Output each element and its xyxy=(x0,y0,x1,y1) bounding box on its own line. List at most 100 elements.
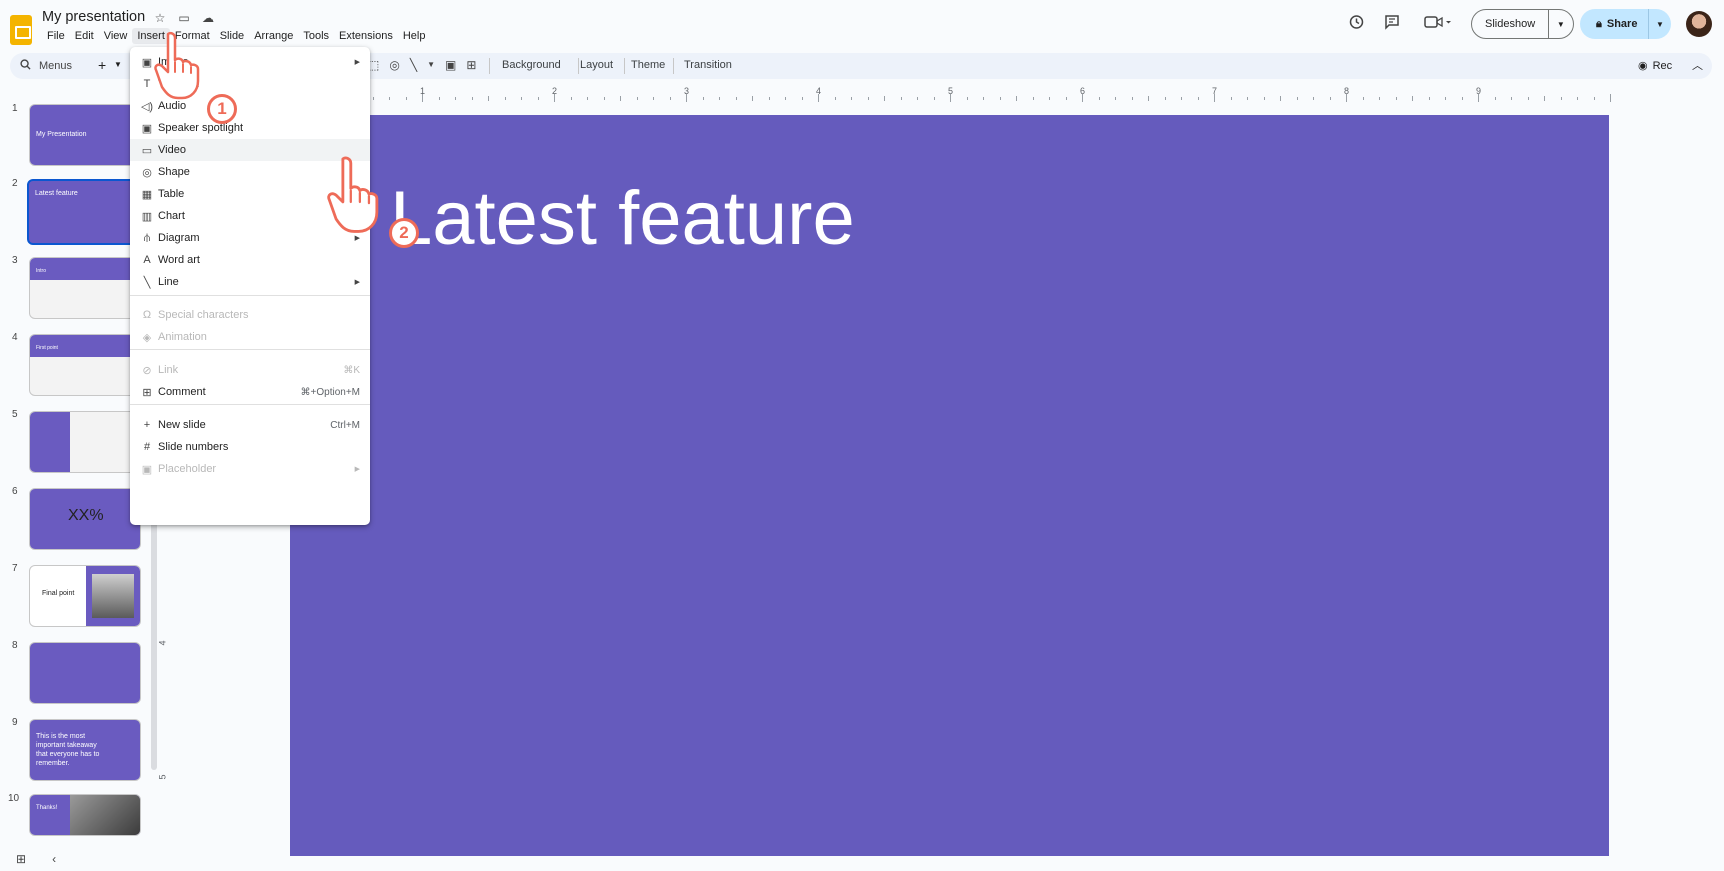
grid-view-icon[interactable]: ⊞ xyxy=(16,852,26,866)
layout-button[interactable]: Layout xyxy=(580,59,613,71)
ruler-tick xyxy=(702,97,704,100)
line-icon[interactable]: ╲ xyxy=(410,58,417,72)
add-comment-icon[interactable]: ⊞ xyxy=(466,58,476,72)
image-icon[interactable]: ▣ xyxy=(445,58,456,72)
transition-button[interactable]: Transition xyxy=(684,59,732,71)
chevron-down-icon[interactable]: ▼ xyxy=(427,58,435,72)
cloud-status-icon[interactable]: ☁ xyxy=(201,11,215,25)
ruler-tick xyxy=(471,97,473,100)
search-menus[interactable]: Menus xyxy=(20,59,72,73)
menu-item-label: Word art xyxy=(158,254,200,266)
ruler-tick xyxy=(1544,96,1545,101)
slide-thumbnail-3[interactable]: Intro xyxy=(29,257,141,319)
move-folder-icon[interactable]: ▭ xyxy=(177,11,191,25)
menu-item-word-art[interactable]: A Word art xyxy=(130,249,370,271)
slide-thumbnail-9[interactable]: This is the most important takeaway that… xyxy=(29,719,141,781)
slideshow-label[interactable]: Slideshow xyxy=(1472,18,1548,30)
menus-label: Menus xyxy=(39,60,73,72)
insert-menu-dropdown: ▣Image▶TText box◁)Audio▣Speaker spotligh… xyxy=(130,47,370,525)
slide-number: 7 xyxy=(12,563,18,574)
slide-thumbnail-2[interactable]: Latest feature xyxy=(27,179,143,245)
ruler-tick xyxy=(884,96,885,101)
chevron-left-icon[interactable]: ‹ xyxy=(52,852,56,866)
rec-button[interactable]: ◉ Rec xyxy=(1638,59,1673,73)
image-icon: ▣ xyxy=(141,56,153,69)
slide-thumbnail-10[interactable]: Thanks! xyxy=(29,794,141,836)
avatar[interactable] xyxy=(1686,11,1712,37)
ruler-tick xyxy=(1032,97,1034,100)
comments-icon[interactable] xyxy=(1384,14,1400,34)
menu-edit[interactable]: Edit xyxy=(70,28,99,44)
version-history-icon[interactable] xyxy=(1348,14,1364,34)
filmstrip-controls: ⊞ ‹ xyxy=(16,852,56,866)
menu-item-new-slide[interactable]: + New slide Ctrl+M xyxy=(130,414,370,436)
rec-label: Rec xyxy=(1652,59,1673,72)
menu-item-label: Line xyxy=(158,276,179,288)
menu-item-line[interactable]: ╲ Line ▶ xyxy=(130,271,370,293)
thumbnail-photo xyxy=(70,795,140,835)
shape-icon[interactable]: ◎ xyxy=(389,58,399,72)
step-badge-2: 2 xyxy=(389,218,419,248)
horizontal-ruler: 1 2 3 4 5 6 7 8 9 xyxy=(290,84,1611,102)
slide-thumbnail-1[interactable]: My Presentation xyxy=(29,104,141,166)
ruler-number: 7 xyxy=(1212,86,1218,96)
menu-view[interactable]: View xyxy=(99,28,133,44)
slide-thumbnail-5[interactable] xyxy=(29,411,141,473)
ruler-tick xyxy=(851,97,852,100)
meet-camera-icon[interactable] xyxy=(1424,14,1452,34)
document-title[interactable]: My presentation xyxy=(42,9,145,25)
toolbar-divider xyxy=(673,58,674,74)
ruler-tick xyxy=(834,97,836,100)
slide-thumbnail-6[interactable]: XX% xyxy=(29,488,141,550)
slide-title[interactable]: Latest feature xyxy=(390,175,855,262)
thumbnail-image-block xyxy=(86,566,140,626)
speaker-spotlight-icon: ▣ xyxy=(141,122,153,135)
slides-logo-icon[interactable] xyxy=(10,15,32,45)
slide-canvas[interactable]: Latest feature xyxy=(290,115,1609,856)
ruler-tick xyxy=(1263,97,1265,100)
theme-button[interactable]: Theme xyxy=(631,59,665,71)
thumbnail-text: First point xyxy=(36,345,58,351)
chevron-down-icon[interactable]: ▼ xyxy=(1648,9,1671,39)
ruler-tick xyxy=(1131,97,1133,100)
menu-file[interactable]: File xyxy=(42,28,70,44)
ruler-tick xyxy=(1461,97,1463,100)
menu-separator xyxy=(130,295,370,296)
star-icon[interactable]: ☆ xyxy=(153,11,167,25)
menu-item-label: Animation xyxy=(158,331,207,343)
diagram-icon: ⫛ xyxy=(143,231,151,244)
menu-item-label: Slide numbers xyxy=(158,441,229,453)
share-button[interactable]: 🔒︎ Share ▼ xyxy=(1580,9,1671,39)
background-button[interactable]: Background xyxy=(502,59,561,71)
menu-separator xyxy=(130,349,370,350)
collapse-toolbar-icon[interactable]: ︿ xyxy=(1692,57,1703,73)
menu-item-slide-numbers[interactable]: # Slide numbers xyxy=(130,436,370,458)
menu-slide[interactable]: Slide xyxy=(215,28,249,44)
toolbar-divider xyxy=(489,58,490,74)
video-icon: ▭ xyxy=(141,144,153,157)
ruler-tick xyxy=(372,97,374,100)
slide-number: 9 xyxy=(12,717,18,728)
menu-item-speaker-spotlight[interactable]: ▣ Speaker spotlight xyxy=(130,117,370,139)
menu-item-label: Link xyxy=(158,364,179,376)
menu-arrange[interactable]: Arrange xyxy=(249,28,298,44)
slideshow-button[interactable]: Slideshow ▼ xyxy=(1471,9,1574,39)
new-slide-icon[interactable]: + xyxy=(98,57,106,73)
slide-number: 5 xyxy=(12,409,18,420)
submenu-arrow-icon: ▶ xyxy=(354,279,360,286)
slide-number: 8 xyxy=(12,640,18,651)
vruler-number: 5 xyxy=(157,774,168,780)
slide-thumbnail-4[interactable]: First point xyxy=(29,334,141,396)
menu-item-label: Comment xyxy=(158,386,206,398)
ruler-tick xyxy=(438,97,440,100)
menu-tools[interactable]: Tools xyxy=(298,28,334,44)
slide-thumbnail-8[interactable] xyxy=(29,642,141,704)
menu-item-label: Diagram xyxy=(158,232,200,244)
submenu-arrow-icon: ▶ xyxy=(354,59,360,66)
chevron-down-icon[interactable]: ▼ xyxy=(114,60,122,69)
menu-help[interactable]: Help xyxy=(398,28,431,44)
menu-extensions[interactable]: Extensions xyxy=(334,28,398,44)
chevron-down-icon[interactable]: ▼ xyxy=(1547,10,1573,38)
menu-item-comment[interactable]: ⊞ Comment ⌘+Option+M xyxy=(130,381,370,403)
slide-thumbnail-7[interactable]: Final point xyxy=(29,565,141,627)
